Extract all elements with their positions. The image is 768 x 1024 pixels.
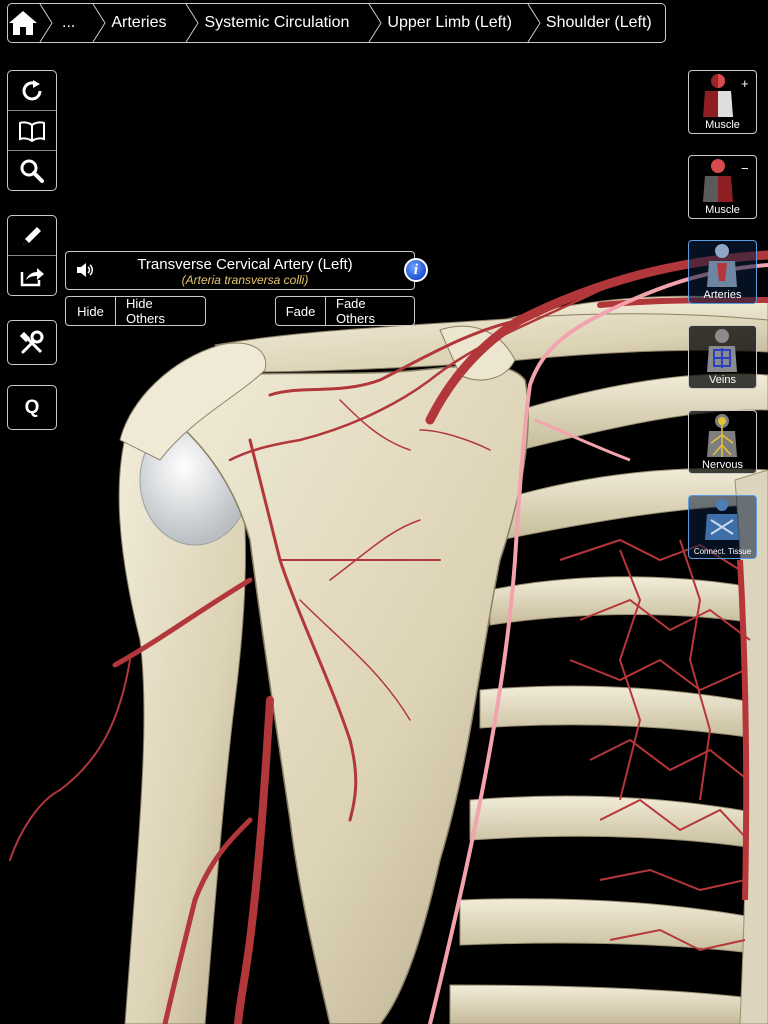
layer-label: Arteries: [703, 289, 742, 301]
fade-others-button[interactable]: Fade Others: [326, 297, 414, 325]
settings-tools: [7, 320, 57, 365]
breadcrumb: ... Arteries Systemic Circulation Upper …: [7, 3, 666, 43]
chevron-right-icon: [91, 4, 107, 42]
share-button[interactable]: [8, 256, 56, 295]
chevron-right-icon: [526, 4, 542, 42]
layer-arteries[interactable]: Arteries: [688, 240, 757, 304]
layer-label: Veins: [709, 374, 736, 386]
annotation-tools: [7, 215, 57, 296]
layer-label: Connect. Tissue: [693, 547, 752, 556]
book-icon: [19, 120, 45, 142]
layer-veins[interactable]: Veins: [688, 325, 757, 389]
draw-button[interactable]: [8, 216, 56, 256]
hide-button[interactable]: Hide: [66, 297, 116, 325]
anatomy-viewport[interactable]: [0, 0, 768, 1024]
chevron-right-icon: [38, 4, 54, 42]
layer-label: Nervous: [702, 459, 743, 471]
hide-others-button[interactable]: Hide Others: [116, 297, 205, 325]
layer-muscle-remove[interactable]: − Muscle: [688, 155, 757, 219]
quiz-button[interactable]: Q: [8, 386, 56, 429]
nervous-icon: [707, 414, 737, 457]
muscle-remove-icon: −: [703, 159, 749, 202]
veins-icon: [707, 329, 737, 372]
share-icon: [20, 267, 44, 286]
home-icon: [9, 11, 37, 35]
muscle-add-icon: +: [703, 74, 749, 117]
quiz-label: Q: [24, 396, 40, 418]
search-icon: [20, 159, 44, 183]
layer-label: Muscle: [705, 204, 740, 216]
hide-actions: Hide Hide Others: [65, 296, 206, 326]
tools-icon: [19, 330, 44, 353]
fade-button[interactable]: Fade: [276, 297, 326, 325]
svg-text:−: −: [741, 161, 749, 176]
structure-info-panel: Transverse Cervical Artery (Left) (Arter…: [65, 251, 428, 290]
info-icon[interactable]: i: [404, 258, 428, 282]
settings-button[interactable]: [8, 321, 56, 364]
breadcrumb-item-systemic-circulation[interactable]: Systemic Circulation: [200, 4, 367, 42]
quiz-tools: Q: [7, 385, 57, 430]
book-button[interactable]: [8, 111, 56, 151]
svg-text:+: +: [741, 76, 749, 91]
arteries-icon: [707, 244, 737, 287]
pencil-icon: [23, 226, 41, 245]
breadcrumb-item-shoulder[interactable]: Shoulder (Left): [542, 4, 665, 42]
reset-icon: [22, 79, 42, 100]
connective-tissue-icon: [705, 499, 739, 540]
breadcrumb-item-upper-limb[interactable]: Upper Limb (Left): [383, 4, 526, 42]
layer-label: Muscle: [705, 119, 740, 131]
fade-actions: Fade Fade Others: [275, 296, 415, 326]
layer-connective-tissue[interactable]: Connect. Tissue: [688, 495, 757, 559]
home-button[interactable]: [8, 4, 38, 42]
reset-view-button[interactable]: [8, 71, 56, 111]
view-tools: [7, 70, 57, 191]
structure-title: Transverse Cervical Artery (Left): [137, 256, 353, 273]
breadcrumb-item-arteries[interactable]: Arteries: [107, 4, 184, 42]
chevron-right-icon: [367, 4, 383, 42]
layer-nervous[interactable]: Nervous: [688, 410, 757, 474]
breadcrumb-item-more[interactable]: ...: [54, 4, 91, 42]
chevron-right-icon: [184, 4, 200, 42]
structure-latin-name: (Arteria transversa colli): [181, 273, 309, 287]
search-button[interactable]: [8, 151, 56, 190]
layer-muscle-add[interactable]: + Muscle: [688, 70, 757, 134]
